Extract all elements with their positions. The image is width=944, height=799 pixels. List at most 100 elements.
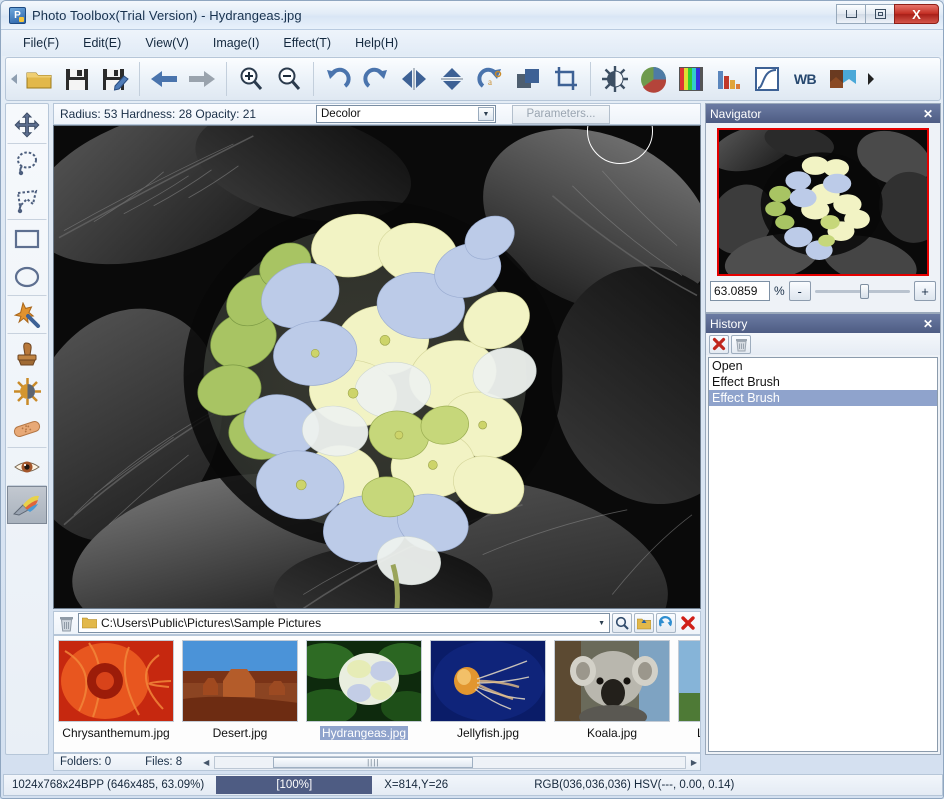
go-up-folder-button[interactable]: [634, 613, 654, 633]
browser-status-bar: Folders: 0 Files: 8 ◀ |||| ▶: [53, 753, 701, 771]
history-item[interactable]: Open: [709, 358, 937, 374]
maximize-button[interactable]: [865, 4, 894, 24]
path-text: C:\Users\Public\Pictures\Sample Pictures: [101, 616, 322, 630]
next-image-button[interactable]: [183, 59, 221, 99]
tool-polygon-select[interactable]: [7, 182, 47, 220]
menu-effect[interactable]: Effect(T): [272, 32, 342, 54]
navigator-preview[interactable]: [717, 128, 929, 276]
zoom-in-button[interactable]: +: [914, 281, 936, 301]
svg-text:a: a: [488, 77, 492, 87]
folders-count: Folders: 0: [60, 756, 112, 768]
navigator-title-bar: Navigator ✕: [706, 104, 940, 123]
thumbnail-label: Lighthouse.jpg: [674, 726, 700, 740]
image-canvas[interactable]: [53, 125, 701, 609]
zoom-out-button[interactable]: -: [788, 281, 811, 301]
flip-vertical-button[interactable]: [433, 59, 471, 99]
zoom-in-button[interactable]: [232, 59, 270, 99]
brush-settings-text: Radius: 53 Hardness: 28 Opacity: 21: [60, 107, 257, 121]
trash-icon[interactable]: [56, 613, 76, 633]
tool-rectangle-select[interactable]: [7, 220, 47, 258]
history-list[interactable]: Open Effect Brush Effect Brush: [708, 357, 938, 752]
thumbnail-lighthouse[interactable]: Lighthouse.jpg: [674, 636, 700, 740]
zoom-out-button[interactable]: [270, 59, 308, 99]
hue-saturation-button[interactable]: [672, 59, 710, 99]
tool-dodge-burn[interactable]: [7, 372, 47, 410]
zoom-slider-knob[interactable]: [860, 283, 870, 299]
tool-healing-brush[interactable]: [7, 410, 47, 448]
thumbnail-koala[interactable]: Koala.jpg: [550, 636, 674, 740]
scroll-right-icon[interactable]: ▶: [688, 758, 700, 767]
menu-view[interactable]: View(V): [134, 32, 200, 54]
history-item[interactable]: Effect Brush: [709, 374, 937, 390]
free-rotate-button[interactable]: a: [471, 59, 509, 99]
thumbnail-image: [430, 640, 546, 722]
save-as-button[interactable]: [96, 59, 134, 99]
history-clear-button[interactable]: [709, 334, 729, 354]
toolbar-separator: [139, 62, 140, 96]
scrollbar-track[interactable]: ||||: [214, 755, 686, 769]
menu-edit[interactable]: Edit(E): [72, 32, 132, 54]
canvas-size-button[interactable]: [509, 59, 547, 99]
history-item[interactable]: Effect Brush: [709, 390, 937, 406]
path-input[interactable]: C:\Users\Public\Pictures\Sample Pictures…: [78, 613, 610, 633]
hydrangeas-photo: [54, 126, 700, 608]
history-delete-button[interactable]: [731, 334, 751, 354]
tool-ellipse-select[interactable]: [7, 258, 47, 296]
open-folder-button[interactable]: [20, 59, 58, 99]
delete-button[interactable]: [678, 613, 698, 633]
rotate-right-button[interactable]: [357, 59, 395, 99]
parameters-button[interactable]: Parameters...: [512, 104, 610, 124]
chevron-down-icon[interactable]: ▼: [598, 620, 605, 627]
thumbnail-label: Koala.jpg: [586, 726, 638, 740]
previous-image-button[interactable]: [145, 59, 183, 99]
close-button[interactable]: X: [894, 4, 939, 24]
refresh-button[interactable]: [656, 613, 676, 633]
curves-button[interactable]: [748, 59, 786, 99]
chevron-down-icon[interactable]: ▼: [478, 107, 494, 121]
toolbar-overflow-left-icon[interactable]: [8, 59, 20, 99]
flip-horizontal-button[interactable]: [395, 59, 433, 99]
brightness-contrast-button[interactable]: [596, 59, 634, 99]
scroll-left-icon[interactable]: ◀: [200, 758, 212, 767]
close-icon[interactable]: ✕: [923, 317, 936, 331]
thumbnail-hydrangeas[interactable]: Hydrangeas.jpg: [302, 636, 426, 743]
history-title: History: [710, 316, 748, 331]
save-button[interactable]: [58, 59, 96, 99]
toolbar-separator: [590, 62, 591, 96]
minimize-button[interactable]: [836, 4, 865, 24]
toolbar-overflow-right-icon[interactable]: [862, 59, 878, 99]
menu-image[interactable]: Image(I): [202, 32, 271, 54]
tool-effect-brush[interactable]: [7, 486, 47, 524]
menu-file[interactable]: File(F): [12, 32, 70, 54]
zoom-value-input[interactable]: 63.0859: [710, 281, 770, 301]
tool-magic-wand[interactable]: [7, 296, 47, 334]
search-button[interactable]: [612, 613, 632, 633]
white-balance-button[interactable]: WB: [786, 59, 824, 99]
thumbnail-chrysanthemum[interactable]: Chrysanthemum.jpg: [54, 636, 178, 740]
effect-select[interactable]: Decolor ▼: [316, 105, 496, 123]
tool-red-eye[interactable]: [7, 448, 47, 486]
percent-label: %: [774, 284, 785, 298]
scrollbar-thumb[interactable]: ||||: [273, 756, 474, 768]
thumbnail-browser[interactable]: Chrysanthemum.jpg Desert.jpg Hydrangeas.…: [53, 635, 701, 753]
filmstrip-scrollbar[interactable]: ◀ |||| ▶: [200, 755, 700, 769]
thumbnail-image: [182, 640, 298, 722]
thumbnail-jellyfish[interactable]: Jellyfish.jpg: [426, 636, 550, 740]
maximize-icon: [874, 9, 886, 19]
tool-lasso-select[interactable]: [7, 144, 47, 182]
cursor-coordinates: X=814,Y=26: [384, 779, 449, 791]
levels-button[interactable]: [710, 59, 748, 99]
zoom-slider[interactable]: [814, 281, 910, 301]
color-balance-button[interactable]: [634, 59, 672, 99]
menu-help[interactable]: Help(H): [344, 32, 409, 54]
navigator-title: Navigator: [710, 106, 762, 121]
thumbnail-desert[interactable]: Desert.jpg: [178, 636, 302, 740]
menu-bar: File(F) Edit(E) View(V) Image(I) Effect(…: [2, 30, 943, 56]
close-icon[interactable]: ✕: [923, 107, 936, 121]
tool-move[interactable]: [7, 106, 47, 144]
auto-enhance-button[interactable]: [824, 59, 862, 99]
toolbar-separator: [313, 62, 314, 96]
crop-button[interactable]: [547, 59, 585, 99]
rotate-left-button[interactable]: [319, 59, 357, 99]
tool-clone-stamp[interactable]: [7, 334, 47, 372]
